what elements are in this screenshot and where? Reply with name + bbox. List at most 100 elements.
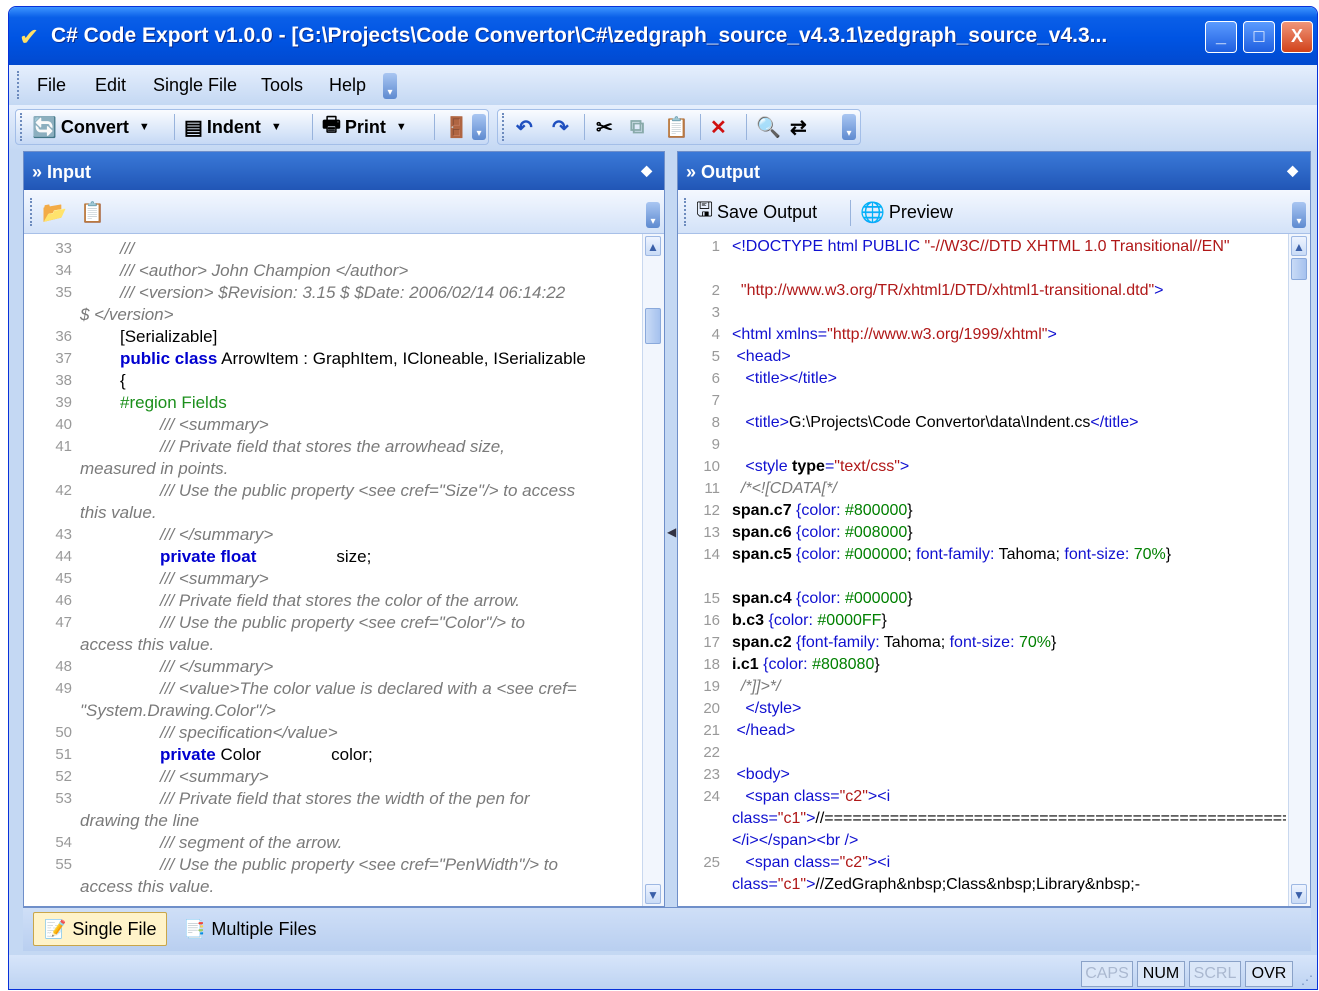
line-number: 8 — [711, 414, 720, 431]
line-number: 33 — [55, 240, 72, 257]
num-indicator: NUM — [1137, 961, 1185, 987]
output-text: /*]]>*/ — [732, 676, 1286, 698]
find-button[interactable]: 🔍 — [756, 113, 781, 141]
menu-tools[interactable]: Tools — [261, 75, 303, 96]
toolbar-grip[interactable] — [20, 113, 24, 141]
code-text: /// Private field that stores the arrowh… — [160, 436, 505, 458]
indent-button[interactable]: ▤ Indent ▼ — [184, 113, 282, 141]
toolbar-grip[interactable] — [502, 113, 506, 141]
line-number: 9 — [711, 436, 720, 453]
cut-button[interactable]: ✂ — [596, 113, 613, 141]
panel-splitter[interactable]: ◀ — [666, 151, 676, 907]
exit-button[interactable]: 🚪 — [444, 113, 469, 141]
code-token: > — [806, 876, 816, 893]
code-token: [Serializable] — [120, 327, 218, 346]
input-scrollbar[interactable]: ▲ ▼ — [642, 234, 664, 906]
scroll-thumb[interactable] — [645, 308, 661, 344]
exit-icon: 🚪 — [444, 116, 469, 139]
paste-code-button[interactable]: 📋 — [80, 198, 105, 226]
output-text: <title>G:\Projects\Code Convertor\data\I… — [745, 414, 1139, 431]
open-file-button[interactable]: 📂 — [42, 198, 67, 226]
open-folder-icon: 📂 — [42, 201, 67, 224]
copy-button[interactable]: ⧉ — [630, 113, 644, 141]
output-scrollbar[interactable]: ▲ ▼ — [1288, 234, 1310, 906]
print-button[interactable]: 🖶 Print ▼ — [322, 113, 407, 141]
code-token: > — [1047, 326, 1057, 343]
collapse-arrow-icon[interactable]: ◀ — [667, 525, 676, 539]
print-icon: 🖶 — [322, 114, 341, 136]
single-file-icon: 📝 — [44, 918, 67, 939]
replace-button[interactable]: ⇄ — [790, 113, 807, 141]
menu-file[interactable]: File — [37, 75, 66, 96]
tab-single-file[interactable]: 📝 Single File — [33, 912, 168, 946]
line-number: 7 — [711, 392, 720, 409]
redo-button[interactable]: ↷ — [552, 113, 569, 141]
paste-button[interactable]: 📋 — [664, 113, 689, 141]
code-line: 54 /// segment of the arrow. — [24, 832, 642, 854]
tab-multiple-files-label: Multiple Files — [211, 918, 317, 939]
minimize-button[interactable]: _ — [1205, 21, 1237, 53]
status-bar: CAPS NUM SCRL OVR ⋰ — [9, 955, 1317, 989]
code-token: /*]]>*/ — [740, 678, 781, 695]
pin-icon[interactable]: ◆ — [1287, 162, 1298, 179]
output-text: "http://www.w3.org/TR/xhtml1/DTD/xhtml1-… — [732, 280, 1286, 302]
menu-help[interactable]: Help — [329, 75, 366, 96]
scroll-up-icon[interactable]: ▲ — [645, 236, 661, 256]
input-code-editor[interactable]: 33 /// 34 /// <author> John Champion </auth… — [24, 234, 642, 906]
output-text: <title></title> — [732, 368, 1286, 390]
output-text: b.c3 {color: #0000FF} — [732, 612, 887, 629]
find-icon: 🔍 — [756, 116, 781, 139]
toolbar-overflow-icon[interactable]: ▾ — [472, 114, 486, 140]
close-button[interactable]: X — [1281, 21, 1313, 53]
line-number: 37 — [55, 350, 72, 367]
scroll-down-icon[interactable]: ▼ — [645, 884, 661, 904]
pin-icon[interactable]: ◆ — [641, 162, 652, 179]
menu-grip[interactable] — [17, 71, 21, 99]
toolbar-grip[interactable] — [30, 198, 34, 226]
maximize-button[interactable]: □ — [1243, 21, 1275, 53]
title-bar[interactable]: ✔ C# Code Export v1.0.0 - [G:\Projects\C… — [9, 7, 1317, 65]
scroll-thumb[interactable] — [1291, 258, 1307, 280]
code-token: /// <summary> — [160, 415, 269, 434]
line-number: 20 — [703, 700, 720, 717]
resize-grip-icon[interactable]: ⋰ — [1301, 973, 1313, 987]
line-number: 36 — [55, 328, 72, 345]
code-line: this value. — [24, 502, 642, 524]
code-line: 36 [Serializable] — [24, 326, 642, 348]
output-line: 11 /*<![CDATA[*/ — [678, 478, 1288, 500]
scroll-up-icon[interactable]: ▲ — [1291, 236, 1307, 256]
menu-edit[interactable]: Edit — [95, 75, 126, 96]
toolbar-grip[interactable] — [684, 198, 688, 226]
line-number: 43 — [55, 526, 72, 543]
line-number: 47 — [55, 614, 72, 631]
separator — [174, 114, 175, 140]
output-line: 1 <!DOCTYPE html PUBLIC "-//W3C//DTD XHTM… — [678, 236, 1288, 280]
menu-single-file[interactable]: Single File — [153, 75, 237, 96]
toolbar-overflow-icon[interactable]: ▾ — [842, 114, 856, 140]
code-line: access this value. — [24, 876, 642, 898]
separator — [434, 114, 435, 140]
delete-button[interactable]: ✕ — [710, 113, 727, 141]
toolbar-overflow-icon[interactable]: ▾ — [646, 202, 660, 228]
output-panel-title: » Output — [686, 162, 760, 182]
scroll-down-icon[interactable]: ▼ — [1291, 884, 1307, 904]
code-token: > — [806, 810, 816, 827]
undo-button[interactable]: ↶ — [516, 113, 533, 141]
code-token: span.c2 — [732, 634, 792, 651]
code-token: /// <version> $Revision: 3.15 $ $Date: 2… — [120, 283, 566, 302]
output-line: 17 span.c2 {font-family: Tahoma; font-siz… — [678, 632, 1288, 654]
line-number: 44 — [55, 548, 72, 565]
output-line: 5 <head> — [678, 346, 1288, 368]
output-text: <span class="c2"><i class="c1">//ZedGrap… — [732, 854, 1141, 893]
save-output-button[interactable]: 🖫 Save Output — [696, 198, 817, 226]
convert-button[interactable]: 🔄 Convert ▼ — [32, 113, 150, 141]
code-line: drawing the line — [24, 810, 642, 832]
code-token: font-size: — [1064, 546, 1130, 563]
preview-button[interactable]: 🌐 Preview — [860, 198, 953, 226]
menu-overflow-icon[interactable]: ▾ — [383, 73, 397, 99]
code-token: { — [120, 371, 126, 390]
tab-multiple-files[interactable]: 📑 Multiple Files — [173, 912, 326, 946]
output-code-viewer[interactable]: 1 <!DOCTYPE html PUBLIC "-//W3C//DTD XHTM… — [678, 234, 1288, 906]
code-line: 48 /// </summary> — [24, 656, 642, 678]
toolbar-overflow-icon[interactable]: ▾ — [1292, 202, 1306, 228]
